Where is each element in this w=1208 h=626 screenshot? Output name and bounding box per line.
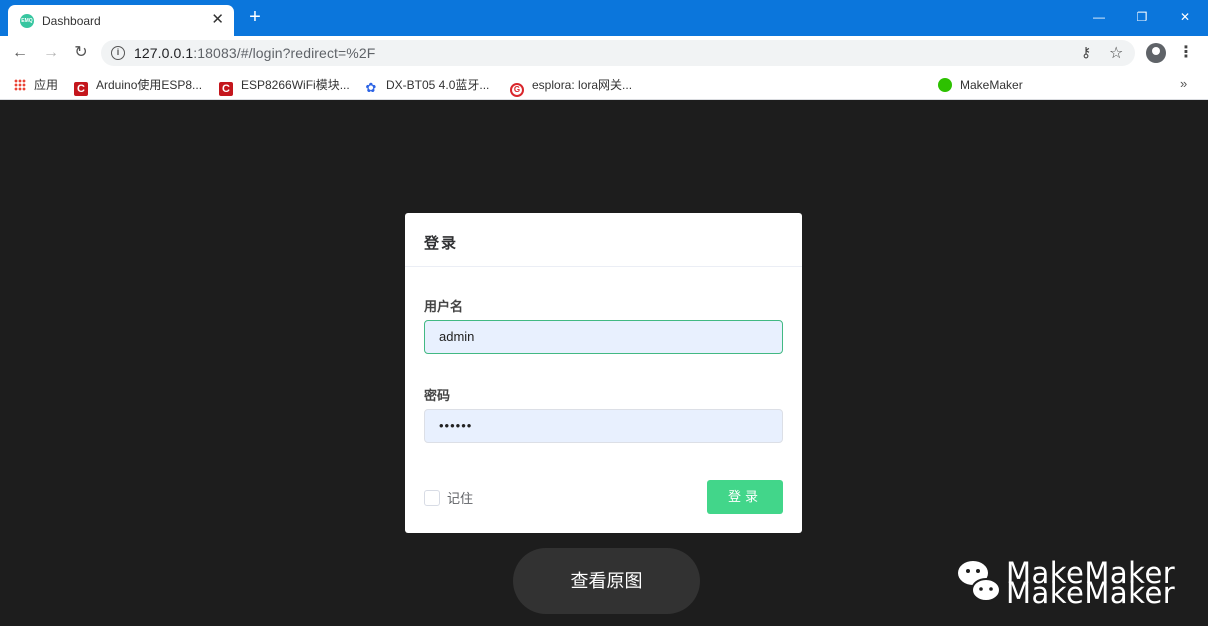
login-submit-button[interactable]: 登录	[707, 480, 783, 514]
minimize-button[interactable]: —	[1084, 6, 1114, 28]
new-tab-button[interactable]: +	[244, 6, 266, 28]
bookmark-label: esplora: lora网关...	[532, 78, 633, 92]
login-card: 登录 用户名 admin 密码 •••••• 记住 登录	[405, 213, 802, 533]
checkbox-box[interactable]	[424, 489, 440, 506]
tab-dashboard[interactable]: EMQ Dashboard ✕	[8, 5, 234, 36]
site-info-icon[interactable]: i	[111, 46, 125, 60]
forward-button[interactable]: →	[40, 42, 62, 64]
bookmark-label: ESP8266WiFi模块...	[241, 78, 350, 92]
url-path: :18083/#/login?redirect=%2F	[193, 45, 376, 61]
bookmark-label: MakeMaker	[960, 78, 1023, 92]
bookmark-apps[interactable]: 应用	[14, 76, 58, 94]
window-close-button[interactable]: ✕	[1170, 6, 1200, 28]
bookmark-esp8266-wifi[interactable]: C ESP8266WiFi模块...	[219, 76, 350, 96]
profile-avatar-icon[interactable]	[1146, 43, 1166, 63]
browser-toolbar: ← → ↻ i 127.0.0.1:18083/#/login?redirect…	[0, 36, 1208, 70]
username-label: 用户名	[424, 299, 464, 314]
back-button[interactable]: ←	[9, 42, 31, 64]
apps-grid-icon	[14, 79, 26, 91]
tab-close-icon[interactable]: ✕	[211, 11, 224, 29]
password-input[interactable]: ••••••	[424, 409, 783, 443]
browser-titlebar: EMQ Dashboard ✕ + — ❐ ✕	[0, 0, 1208, 36]
bookmarks-bar: 应用 C Arduino使用ESP8... C ESP8266WiFi模块... ✿…	[0, 70, 1208, 100]
wechat-icon	[938, 78, 952, 92]
emq-favicon-icon: EMQ	[20, 14, 34, 28]
remember-checkbox[interactable]: 记住	[424, 488, 474, 506]
baidu-paw-icon: ✿	[365, 80, 377, 95]
bookmark-makemaker[interactable]: MakeMaker	[938, 76, 1023, 94]
address-bar[interactable]: i 127.0.0.1:18083/#/login?redirect=%2F ⚷…	[101, 40, 1135, 66]
login-title: 登录	[405, 213, 802, 267]
tab-title: Dashboard	[42, 14, 101, 28]
watermark-text-duplicate: MakeMaker	[1006, 576, 1176, 610]
csdn-icon: C	[219, 82, 233, 96]
bookmark-label: Arduino使用ESP8...	[96, 78, 203, 92]
reload-button[interactable]: ↻	[70, 42, 92, 64]
bookmark-arduino-esp8266[interactable]: C Arduino使用ESP8...	[74, 76, 203, 96]
bookmark-label: DX-BT05 4.0蓝牙...	[386, 78, 490, 92]
csdn-icon: C	[74, 82, 88, 96]
makemaker-watermark: MakeMaker MakeMaker	[956, 556, 1186, 612]
password-key-icon[interactable]: ⚷	[1081, 44, 1091, 61]
browser-menu-icon[interactable]: ⋮	[1178, 42, 1194, 64]
url-text: 127.0.0.1:18083/#/login?redirect=%2F	[134, 45, 375, 61]
bookmark-dx-bt05[interactable]: ✿ DX-BT05 4.0蓝牙...	[364, 76, 490, 95]
bookmark-label: 应用	[34, 78, 59, 92]
remember-label: 记住	[447, 491, 474, 506]
restore-button[interactable]: ❐	[1127, 6, 1157, 28]
bookmark-star-icon[interactable]: ☆	[1109, 43, 1123, 63]
password-label: 密码	[424, 388, 451, 403]
bookmarks-overflow-button[interactable]: »	[1180, 76, 1187, 91]
url-host: 127.0.0.1	[134, 45, 194, 61]
gitee-icon: G	[510, 83, 524, 97]
wechat-logo-icon	[958, 561, 1001, 602]
username-input[interactable]: admin	[424, 320, 783, 354]
bookmark-esplora-lora[interactable]: Gesplora: lora网关...	[510, 76, 633, 97]
view-original-button[interactable]: 查看原图	[513, 548, 700, 614]
